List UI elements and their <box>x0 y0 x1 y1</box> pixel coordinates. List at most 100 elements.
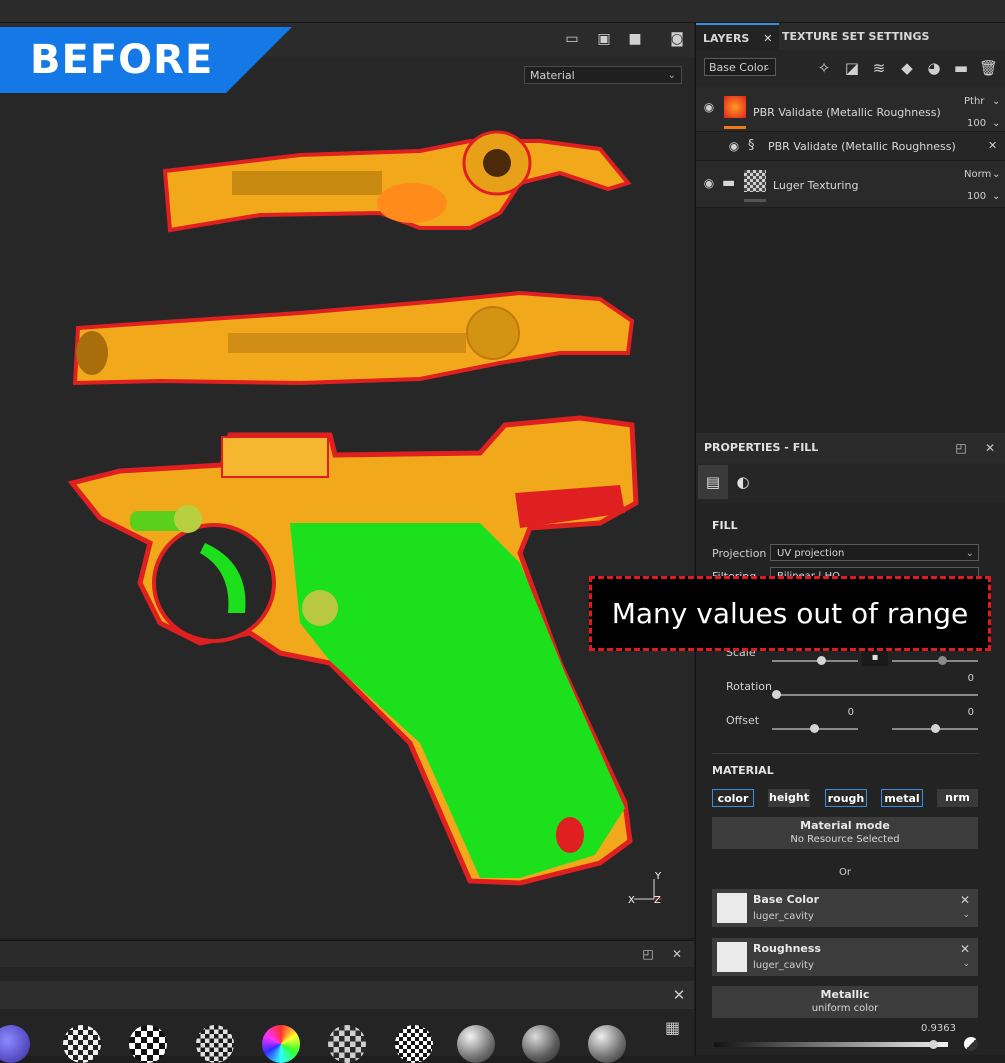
material-mode-slot[interactable]: Material mode No Resource Selected <box>712 817 978 849</box>
channel-buttons: color height rough metal nrm <box>712 789 978 807</box>
shelf-search-bar[interactable]: ✕ <box>0 981 694 1009</box>
material-tab-icon[interactable]: ◐ <box>728 465 758 499</box>
tab-layers[interactable]: LAYERS ✕ <box>696 23 780 51</box>
add-fill-layer-icon[interactable]: ◆ <box>898 59 916 77</box>
chevron-down-icon: ⌄ <box>992 118 1001 129</box>
metallic-value[interactable]: 0.9363 <box>902 1023 956 1034</box>
close-icon[interactable]: ✕ <box>988 139 997 152</box>
rotation-slider[interactable] <box>772 694 978 696</box>
before-banner: BEFORE <box>0 27 292 93</box>
slider-knob[interactable] <box>931 724 940 733</box>
layer-effect-row[interactable]: ◉ § PBR Validate (Metallic Roughness) ✕ <box>696 132 1005 161</box>
shelf-material-ball[interactable] <box>457 1025 495 1063</box>
barrel-housing <box>72 290 635 386</box>
color-picker-icon[interactable] <box>964 1037 978 1051</box>
eye-icon[interactable]: ◉ <box>701 101 717 113</box>
metallic-slider[interactable] <box>714 1042 948 1047</box>
slider-knob[interactable] <box>938 656 947 665</box>
add-mask-icon[interactable]: ◪ <box>843 59 861 77</box>
shelf-material-ball[interactable] <box>262 1025 300 1063</box>
chevron-down-icon[interactable]: ⌄ <box>962 910 970 920</box>
fill-section-title: FILL <box>712 519 738 532</box>
layer-mask-thumbnail <box>744 170 766 192</box>
shelf-material-ball[interactable] <box>129 1025 167 1063</box>
projection-dropdown[interactable]: UV projection ⌄ <box>770 544 979 561</box>
roughness-slot[interactable]: Roughness luger_cavity ✕ ⌄ <box>712 938 978 976</box>
channel-metal-button[interactable]: metal <box>881 789 923 807</box>
slider-knob[interactable] <box>772 690 781 699</box>
3d-viewport[interactable]: ▭ ▣ ■ ◙ Material ⌄ BEFORE Y X Z <box>0 23 694 938</box>
channel-rough-button[interactable]: rough <box>825 789 867 807</box>
channel-select[interactable]: Base Color ⌄ <box>704 58 776 76</box>
close-icon[interactable]: ✕ <box>960 893 970 907</box>
chevron-down-icon: ⌄ <box>992 191 1001 202</box>
chevron-down-icon: ⌄ <box>992 169 1001 180</box>
close-icon[interactable]: ✕ <box>670 947 684 961</box>
layer-row[interactable]: ◉ ▬ Luger Texturing Norm ⌄ 100 ⌄ <box>696 161 1005 208</box>
close-icon[interactable]: ✕ <box>960 942 970 956</box>
base-color-slot[interactable]: Base Color luger_cavity ✕ ⌄ <box>712 889 978 927</box>
add-smart-material-icon[interactable]: ◕ <box>925 59 943 77</box>
metallic-subtitle: uniform color <box>811 1003 879 1014</box>
chevron-down-icon[interactable]: ⌄ <box>962 959 970 969</box>
scale-lock-icon[interactable]: ▪ <box>862 650 888 666</box>
channel-color-button[interactable]: color <box>712 789 754 807</box>
slot-title: Roughness <box>753 942 821 955</box>
grid-view-icon[interactable]: ▦ <box>665 1020 680 1036</box>
out-of-range-callout: Many values out of range <box>589 576 991 651</box>
shelf-material-ball[interactable] <box>0 1025 30 1063</box>
chevron-down-icon: ⌄ <box>762 62 771 73</box>
scale-u-slider[interactable] <box>772 660 858 662</box>
cube-view-icon[interactable]: ▣ <box>595 31 613 47</box>
resource-thumbnail <box>717 893 747 923</box>
rotation-value[interactable]: 0 <box>902 673 974 684</box>
layer-name: PBR Validate (Metallic Roughness) <box>753 106 941 119</box>
shelf-material-ball[interactable] <box>63 1025 101 1063</box>
channel-select-label: Base Color <box>709 61 769 74</box>
layer-opacity[interactable]: 100 <box>967 191 986 202</box>
add-layer-icon[interactable]: ≋ <box>870 59 888 77</box>
channel-nrm-button[interactable]: nrm <box>937 789 978 807</box>
shelf-material-ball[interactable] <box>328 1025 366 1063</box>
undock-icon[interactable]: ◰ <box>641 947 655 961</box>
screenshot-camera-icon[interactable]: ◙ <box>668 31 686 47</box>
delete-layer-icon[interactable]: 🗑 <box>979 59 998 77</box>
layer-thumbnail <box>724 96 746 118</box>
tab-texture-set-label: TEXTURE SET SETTINGS <box>782 30 930 43</box>
close-icon[interactable]: ✕ <box>763 32 772 45</box>
slider-knob[interactable] <box>817 656 826 665</box>
offset-v-value[interactable]: 0 <box>902 707 974 718</box>
shelf-material-ball[interactable] <box>196 1025 234 1063</box>
metallic-slot[interactable]: Metallic uniform color <box>712 986 978 1018</box>
tab-texture-set-settings[interactable]: TEXTURE SET SETTINGS <box>775 23 936 50</box>
add-folder-icon[interactable]: ▬ <box>952 59 970 77</box>
properties-header: PROPERTIES - FILL ◰ ✕ <box>696 433 1005 463</box>
clear-search-icon[interactable]: ✕ <box>672 988 686 1003</box>
offset-u-value[interactable]: 0 <box>782 707 854 718</box>
frame-view-icon[interactable]: ▭ <box>563 31 581 47</box>
add-effect-icon[interactable]: ✧ <box>815 59 833 77</box>
layer-opacity[interactable]: 100 <box>967 118 986 129</box>
slider-knob[interactable] <box>810 724 819 733</box>
projection-label: Projection <box>712 547 767 560</box>
scale-v-slider[interactable] <box>892 660 978 662</box>
camera-mode-icon[interactable]: ■ <box>626 31 644 47</box>
layer-blend-mode[interactable]: Pthr <box>964 96 984 107</box>
eye-icon[interactable]: ◉ <box>726 140 742 152</box>
layer-row[interactable]: ◉ PBR Validate (Metallic Roughness) Pthr… <box>696 87 1005 132</box>
fill-settings-tab-icon[interactable]: ▤ <box>698 465 728 499</box>
slider-knob[interactable] <box>929 1040 939 1049</box>
channel-height-button[interactable]: height <box>768 789 810 807</box>
layer-blend-mode[interactable]: Norm <box>964 169 991 180</box>
close-icon[interactable]: ✕ <box>983 441 997 455</box>
eye-icon[interactable]: ◉ <box>701 177 717 189</box>
shelf-material-ball[interactable] <box>395 1025 433 1063</box>
shelf-material-ball[interactable] <box>522 1025 560 1063</box>
shelf-material-ball[interactable] <box>588 1025 626 1063</box>
material-section-title: MATERIAL <box>712 764 774 777</box>
effect-name: PBR Validate (Metallic Roughness) <box>768 140 956 153</box>
layer-color-tag <box>724 126 746 129</box>
slot-resource: luger_cavity <box>753 960 814 971</box>
chevron-down-icon: ⌄ <box>992 96 1001 107</box>
undock-icon[interactable]: ◰ <box>954 441 968 455</box>
